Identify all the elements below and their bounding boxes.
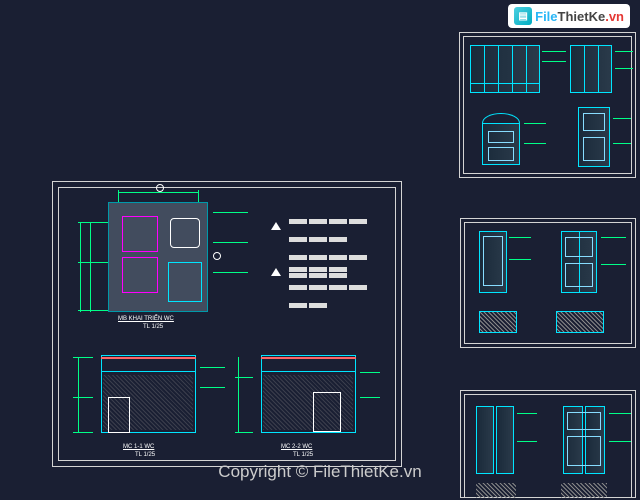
leader <box>517 441 537 442</box>
leader <box>609 441 631 442</box>
dim-line <box>80 222 81 312</box>
leader <box>509 237 531 238</box>
wall-hatch <box>476 483 516 498</box>
watermark-logo: ▤ File ThietKe .vn <box>508 4 630 28</box>
slab-line <box>261 357 356 359</box>
dim-line <box>78 222 108 223</box>
mullion <box>584 45 585 93</box>
door-section <box>313 392 341 432</box>
leader <box>213 212 248 213</box>
leader <box>200 367 225 368</box>
cad-canvas[interactable]: ▤ File ThietKe .vn <box>0 0 640 500</box>
dim-line <box>118 192 198 193</box>
logo-text-file: File <box>535 9 557 24</box>
leader <box>609 413 631 414</box>
dim-line <box>235 432 253 433</box>
slab-line <box>101 357 196 359</box>
dim-line <box>90 222 91 312</box>
sec1-title: MC 1-1 WC <box>123 444 154 450</box>
leader <box>524 143 546 144</box>
dim-line <box>73 397 93 398</box>
dim-line <box>78 357 79 432</box>
leader <box>517 413 537 414</box>
note-triangle-icon <box>271 268 281 276</box>
drawing-sheet-main[interactable]: MB KHAI TRIỂN WC TL 1/25 <box>52 181 402 467</box>
leader <box>542 61 566 62</box>
dim-line <box>198 190 199 202</box>
panel <box>583 113 605 131</box>
mullion <box>484 45 485 93</box>
panel <box>483 236 503 286</box>
frame <box>570 45 612 93</box>
leader <box>213 242 248 243</box>
plan-scale: TL 1/25 <box>143 324 163 330</box>
dim-line <box>78 262 108 263</box>
wc-plan <box>108 202 208 312</box>
rail <box>470 83 540 84</box>
mullion <box>498 45 499 93</box>
drawing-sheet-r2[interactable] <box>460 218 636 348</box>
dim-line <box>78 310 108 311</box>
dim-line <box>73 432 93 433</box>
note-block-2 <box>288 260 368 314</box>
logo-text-thietke: ThietKe <box>558 9 606 24</box>
toilet-side <box>108 397 130 433</box>
file-icon: ▤ <box>514 7 532 25</box>
leader <box>601 237 626 238</box>
tile-grid-2 <box>122 257 158 293</box>
sec2-scale: TL 1/25 <box>293 452 313 458</box>
copyright-text: Copyright © FileThietKe.vn <box>0 462 640 482</box>
dim-line <box>73 357 93 358</box>
leader <box>200 387 225 388</box>
leader <box>360 397 380 398</box>
panel <box>567 412 601 430</box>
mullion <box>512 45 513 93</box>
grid-bubble <box>213 252 221 260</box>
mullion <box>598 45 599 93</box>
sec1-scale: TL 1/25 <box>135 452 155 458</box>
logo-box: ▤ File ThietKe .vn <box>508 4 630 28</box>
window-elevation-1 <box>470 45 540 93</box>
leader <box>524 123 546 124</box>
leader <box>601 264 626 265</box>
plan-title: MB KHAI TRIỂN WC <box>118 316 174 322</box>
panel <box>488 131 514 143</box>
ceiling-line <box>101 371 196 372</box>
section-2-2 <box>253 347 363 442</box>
panel <box>565 237 593 257</box>
logo-text-vn: .vn <box>605 9 624 24</box>
leader <box>360 372 380 373</box>
leader <box>613 143 631 144</box>
plan-outline <box>479 311 517 333</box>
leader <box>213 272 248 273</box>
note-triangle-icon <box>271 222 281 230</box>
sec2-title: MC 2-2 WC <box>281 444 312 450</box>
leader <box>542 51 566 52</box>
toilet-fixture <box>170 218 200 248</box>
mullion <box>526 45 527 93</box>
leader <box>509 259 531 260</box>
shower-area <box>168 262 202 302</box>
ceiling-line <box>261 371 356 372</box>
leader <box>615 68 633 69</box>
leader <box>613 118 631 119</box>
section-1-1 <box>93 347 203 442</box>
tile-grid-1 <box>122 216 158 252</box>
panel <box>583 137 605 161</box>
dim-line <box>238 357 239 432</box>
panel <box>488 147 514 161</box>
drawing-sheet-r1[interactable] <box>459 32 636 178</box>
frame <box>470 45 540 93</box>
panel <box>565 263 593 287</box>
wall-hatch <box>561 483 607 498</box>
grid-bubble <box>156 184 164 192</box>
plan-outline <box>556 311 604 333</box>
dim-line <box>235 377 253 378</box>
leader <box>615 51 633 52</box>
